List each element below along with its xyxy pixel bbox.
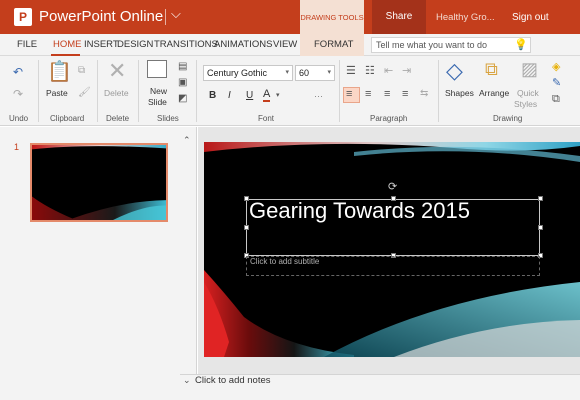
slide-title[interactable]: Gearing Towards 2015 xyxy=(249,198,470,224)
tab-home[interactable]: HOME xyxy=(53,39,82,50)
chevron-down-icon[interactable]: ⌄ xyxy=(183,375,191,386)
chevron-up-icon[interactable]: ⌃ xyxy=(183,135,191,146)
align-right-icon[interactable]: ≡ xyxy=(384,89,390,100)
justify-icon[interactable]: ≡ xyxy=(402,89,408,100)
resize-handle-left[interactable] xyxy=(244,225,249,230)
group-label-slides: Slides xyxy=(157,114,179,123)
subtitle-placeholder-text: Click to add subtitle xyxy=(250,257,320,266)
numbering-icon[interactable]: ☷ xyxy=(365,66,375,77)
group-label-clipboard: Clipboard xyxy=(50,114,85,123)
document-name[interactable]: Healthy Gro... xyxy=(436,12,495,23)
group-label-drawing: Drawing xyxy=(493,114,523,123)
lightbulb-icon: 💡 xyxy=(514,39,528,51)
rotate-handle-icon[interactable]: ⟳ xyxy=(388,180,397,193)
increase-indent-icon[interactable]: ⇥ xyxy=(402,66,411,77)
duplicate-icon[interactable]: ⧉ xyxy=(552,94,560,105)
chevron-down-icon[interactable]: ▾ xyxy=(276,92,280,99)
font-dialog-icon[interactable]: ⋯ xyxy=(314,92,323,101)
tab-view[interactable]: VIEW xyxy=(273,39,297,50)
resize-handle-top-right[interactable] xyxy=(538,196,543,201)
title-divider xyxy=(165,9,166,25)
bullets-icon[interactable]: ☰ xyxy=(346,66,356,77)
chevron-down-icon[interactable]: ⌵ xyxy=(171,6,181,22)
group-divider xyxy=(97,60,98,122)
new-slide-label-line1[interactable]: New xyxy=(150,86,167,96)
chevron-down-icon: ▾ xyxy=(285,69,289,76)
shape-outline-icon[interactable]: ✎ xyxy=(552,78,561,89)
paste-button[interactable]: Paste xyxy=(46,88,68,98)
font-name-value: Century Gothic xyxy=(207,68,268,78)
hide-slide-icon[interactable]: ◩ xyxy=(178,94,187,104)
group-divider xyxy=(438,60,439,122)
app-title[interactable]: PowerPoint Online xyxy=(39,8,163,25)
new-slide-label-line2[interactable]: Slide xyxy=(148,97,167,107)
chevron-down-icon: ▾ xyxy=(327,69,331,76)
tab-format[interactable]: FORMAT xyxy=(314,39,353,50)
share-button[interactable]: Share xyxy=(372,0,426,34)
tab-design[interactable]: DESIGN xyxy=(117,39,153,50)
new-slide-icon[interactable] xyxy=(147,60,167,78)
tab-transitions[interactable]: TRANSITIONS xyxy=(154,39,218,50)
font-size-value: 60 xyxy=(299,68,310,78)
slide-thumbnail-art xyxy=(32,145,166,220)
undo-icon[interactable]: ↶ xyxy=(13,66,23,78)
arrange-icon[interactable]: ⧉ xyxy=(485,60,498,78)
ribbon: ↶ ↷ Undo 📋 Paste ⧉ 🖌 Clipboard ✕ Delete … xyxy=(0,56,580,126)
font-size-dropdown[interactable]: 60 ▾ xyxy=(295,65,335,81)
group-label-paragraph: Paragraph xyxy=(370,114,408,123)
delete-icon[interactable]: ✕ xyxy=(108,60,126,82)
text-direction-icon[interactable]: ⇆ xyxy=(420,89,428,99)
quick-styles-label-line1[interactable]: Quick xyxy=(517,88,539,98)
tab-file[interactable]: FILE xyxy=(17,39,37,50)
title-bar: P PowerPoint Online ⌵ DRAWING TOOLS Shar… xyxy=(0,0,580,34)
resize-handle-right[interactable] xyxy=(538,225,543,230)
tab-animations[interactable]: ANIMATIONS xyxy=(214,39,272,50)
arrange-button[interactable]: Arrange xyxy=(479,88,509,98)
slide-number: 1 xyxy=(14,142,20,152)
group-divider xyxy=(38,60,39,122)
italic-button[interactable]: I xyxy=(228,90,231,101)
group-divider xyxy=(196,60,197,122)
notes-placeholder[interactable]: Click to add notes xyxy=(195,375,271,386)
shapes-icon[interactable]: ◇ xyxy=(446,60,463,82)
group-label-undo: Undo xyxy=(9,114,29,123)
group-label-delete: Delete xyxy=(106,114,130,123)
underline-button[interactable]: U xyxy=(246,90,253,101)
group-divider xyxy=(339,60,340,122)
align-left-icon: ≡ xyxy=(346,88,353,100)
delete-button[interactable]: Delete xyxy=(104,88,129,98)
redo-icon[interactable]: ↷ xyxy=(13,88,23,100)
quick-styles-label-line2[interactable]: Styles xyxy=(514,99,537,109)
font-color-button[interactable]: A xyxy=(263,89,271,102)
shapes-button[interactable]: Shapes xyxy=(445,88,474,98)
bold-button[interactable]: B xyxy=(209,90,216,101)
group-label-font: Font xyxy=(258,114,275,123)
copy-icon[interactable]: ⧉ xyxy=(78,66,85,76)
format-painter-icon[interactable]: 🖌 xyxy=(78,88,91,98)
tab-insert[interactable]: INSERT xyxy=(84,39,119,50)
paste-icon[interactable]: 📋 xyxy=(47,62,72,82)
decrease-indent-icon[interactable]: ⇤ xyxy=(384,66,393,77)
quick-styles-icon[interactable]: ▨ xyxy=(521,60,538,78)
sign-out-link[interactable]: Sign out xyxy=(512,12,549,23)
drawing-tools-header: DRAWING TOOLS xyxy=(300,0,364,34)
duplicate-slide-icon[interactable]: ▣ xyxy=(178,78,187,88)
layout-icon[interactable]: ▤ xyxy=(178,62,187,72)
align-center-icon[interactable]: ≡ xyxy=(365,89,371,100)
powerpoint-logo-icon[interactable]: P xyxy=(14,8,32,26)
shape-fill-icon[interactable]: ◈ xyxy=(552,62,560,73)
slide-thumbnail[interactable] xyxy=(30,143,168,222)
font-name-dropdown[interactable]: Century Gothic ▾ xyxy=(203,65,293,81)
tell-me-search-input[interactable]: Tell me what you want to do xyxy=(371,37,531,53)
group-divider xyxy=(138,60,139,122)
